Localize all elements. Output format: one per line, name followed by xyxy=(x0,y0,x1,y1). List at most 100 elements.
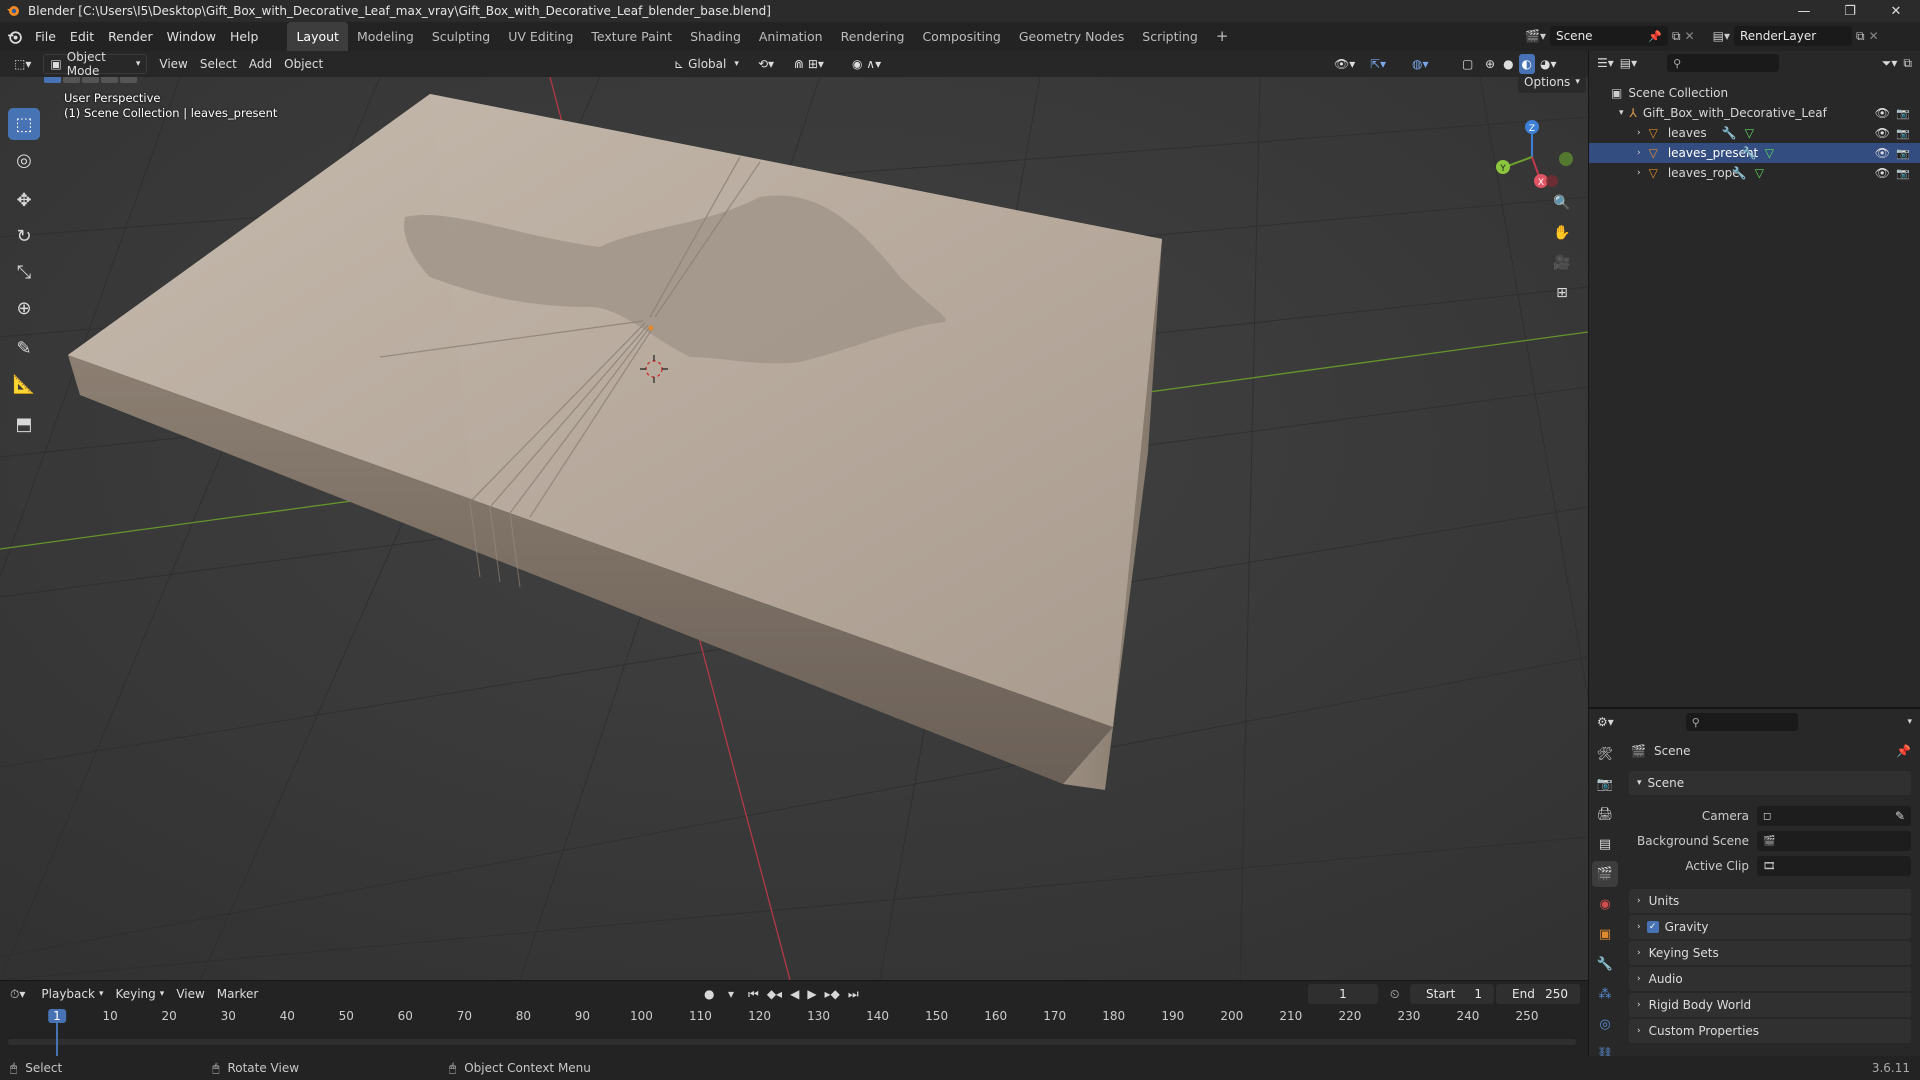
xray-toggle-icon[interactable]: ▢ xyxy=(1456,54,1479,74)
overlays-toggle-icon[interactable]: ◍▾ xyxy=(1406,54,1435,74)
transform-orientation-dropdown[interactable]: ⊾ Global ▾ xyxy=(668,54,745,74)
scene-field[interactable]: Scene 📌 xyxy=(1549,26,1668,46)
chevron-right-icon[interactable]: › xyxy=(1637,148,1641,158)
measure-tool-icon[interactable]: 📐 xyxy=(8,368,40,400)
chevron-down-icon[interactable]: ▾ xyxy=(1907,717,1912,727)
tool-tab-icon[interactable]: 🛠 xyxy=(1592,741,1618,767)
tab-scripting[interactable]: Scripting xyxy=(1133,22,1207,51)
background-scene-field[interactable]: 🎬 xyxy=(1757,831,1911,851)
modifier-wrench-icon[interactable]: 🔧 xyxy=(1742,146,1757,160)
view-layer-tab-icon[interactable]: ▤ xyxy=(1592,831,1618,857)
transform-tool-icon[interactable]: ⊕ xyxy=(8,292,40,324)
play-icon[interactable]: ▶ xyxy=(807,987,816,1002)
maximize-button[interactable]: ❐ xyxy=(1830,0,1870,22)
play-reverse-icon[interactable]: ◀ xyxy=(790,987,799,1002)
menu-playback[interactable]: Playback ▾ xyxy=(35,984,109,1004)
visibility-eye-icon[interactable]: 👁 xyxy=(1875,126,1890,140)
outliner-search-input[interactable]: ⚲ xyxy=(1667,54,1780,72)
tab-compositing[interactable]: Compositing xyxy=(913,22,1009,51)
panel-scene[interactable]: ▾ Scene xyxy=(1629,771,1911,795)
menu-help[interactable]: Help xyxy=(223,22,266,51)
start-frame-field[interactable]: Start 1 xyxy=(1410,984,1494,1004)
close-button[interactable]: ✕ xyxy=(1876,0,1916,22)
select-subtract-icon[interactable] xyxy=(82,77,99,83)
select-intersect-icon[interactable] xyxy=(120,77,137,83)
viewlayer-field[interactable]: RenderLayer xyxy=(1733,26,1852,46)
render-camera-icon[interactable]: 📷 xyxy=(1896,167,1910,180)
rendered-shading-icon[interactable]: ◕▾ xyxy=(1537,54,1560,74)
panel-rigid-body-world[interactable]: › Rigid Body World xyxy=(1629,993,1911,1017)
mesh-data-icon[interactable]: ▽ xyxy=(1765,146,1774,160)
material-shading-icon[interactable]: ◐ xyxy=(1518,54,1536,74)
modifier-wrench-icon[interactable]: 🔧 xyxy=(1732,166,1747,180)
menu-window[interactable]: Window xyxy=(160,22,223,51)
panel-audio[interactable]: › Audio xyxy=(1629,967,1911,991)
eyedropper-icon[interactable]: ✎ xyxy=(1895,809,1905,823)
outliner-scene-collection[interactable]: ▣ Scene Collection xyxy=(1589,83,1920,103)
outliner-object-row[interactable]: › ▽ leaves 🔧 ▽ 👁 📷 xyxy=(1589,123,1920,143)
outliner-object-row-selected[interactable]: › ▽ leaves_present 🔧 ▽ 👁 📷 xyxy=(1589,143,1920,163)
scale-tool-icon[interactable]: ⤡ xyxy=(8,256,40,288)
chevron-right-icon[interactable]: › xyxy=(1637,168,1641,178)
pin-icon[interactable]: 📌 xyxy=(1896,744,1911,758)
tab-modeling[interactable]: Modeling xyxy=(348,22,423,51)
editor-type-icon[interactable]: ⬚▾ xyxy=(8,54,37,74)
modifier-tab-icon[interactable]: 🔧 xyxy=(1592,951,1618,977)
pivot-point-icon[interactable]: ⟲▾ xyxy=(752,54,780,74)
mesh-data-icon[interactable]: ▽ xyxy=(1745,126,1754,140)
auto-key-icon[interactable]: ▾ xyxy=(728,987,734,1001)
select-new-icon[interactable] xyxy=(44,77,61,83)
particles-tab-icon[interactable]: ⁂ xyxy=(1592,981,1618,1007)
visibility-eye-icon[interactable]: 👁 xyxy=(1875,146,1890,160)
options-dropdown[interactable]: Options ▾ xyxy=(1518,77,1586,93)
menu-keying[interactable]: Keying ▾ xyxy=(109,984,170,1004)
mode-dropdown[interactable]: ▣ Object Mode ▾ xyxy=(43,50,148,78)
proportional-edit-icon[interactable]: ◉ ∧▾ xyxy=(846,54,887,74)
new-scene-icon[interactable]: ⧉ xyxy=(1672,29,1681,44)
navigation-gizmo[interactable]: Z Y X xyxy=(1490,117,1580,197)
render-tab-icon[interactable]: 📷 xyxy=(1592,771,1618,797)
scene-tab-icon[interactable]: 🎬 xyxy=(1592,861,1618,887)
active-clip-field[interactable]: 🎞 xyxy=(1757,856,1911,876)
move-tool-icon[interactable]: ✥ xyxy=(8,184,40,216)
output-tab-icon[interactable]: 🖨 xyxy=(1592,801,1618,827)
end-frame-field[interactable]: End 250 xyxy=(1496,984,1580,1004)
tab-rendering[interactable]: Rendering xyxy=(832,22,914,51)
outliner-editor-icon[interactable]: ☰▾ xyxy=(1597,56,1614,70)
timeline-scrollbar[interactable] xyxy=(8,1039,1576,1045)
modifier-wrench-icon[interactable]: 🔧 xyxy=(1722,126,1737,140)
rotate-tool-icon[interactable]: ↻ xyxy=(8,220,40,252)
solid-shading-icon[interactable]: ● xyxy=(1500,54,1516,74)
annotate-tool-icon[interactable]: ✎ xyxy=(8,332,40,364)
delete-viewlayer-icon[interactable]: ✕ xyxy=(1869,29,1879,43)
add-cube-tool-icon[interactable]: ⬒ xyxy=(8,408,40,440)
mesh-data-icon[interactable]: ▽ xyxy=(1755,166,1764,180)
tab-animation[interactable]: Animation xyxy=(750,22,832,51)
display-mode-icon[interactable]: ▤▾ xyxy=(1620,56,1637,70)
panel-gravity[interactable]: › ✓ Gravity xyxy=(1629,915,1911,939)
delete-scene-icon[interactable]: ✕ xyxy=(1685,29,1695,43)
gravity-checkbox[interactable]: ✓ xyxy=(1646,921,1659,933)
render-camera-icon[interactable]: 📷 xyxy=(1896,127,1910,140)
physics-tab-icon[interactable]: ◎ xyxy=(1592,1011,1618,1037)
camera-view-icon[interactable]: 🎥 xyxy=(1548,249,1576,277)
menu-object[interactable]: Object xyxy=(278,54,329,74)
panel-units[interactable]: › Units xyxy=(1629,889,1911,913)
camera-field[interactable]: ◻ ✎ xyxy=(1757,806,1911,826)
ortho-grid-icon[interactable]: ⊞ xyxy=(1548,279,1576,307)
jump-start-icon[interactable]: ⏮ xyxy=(748,987,759,1002)
panel-custom-properties[interactable]: › Custom Properties xyxy=(1629,1019,1911,1043)
zoom-icon[interactable]: 🔍 xyxy=(1548,189,1576,217)
tab-layout[interactable]: Layout xyxy=(287,22,348,51)
new-collection-icon[interactable]: ⧉ xyxy=(1903,56,1912,71)
menu-view[interactable]: View xyxy=(153,54,193,74)
visibility-icon[interactable]: 👁▾ xyxy=(1328,54,1361,74)
world-tab-icon[interactable]: ◉ xyxy=(1592,891,1618,917)
render-camera-icon[interactable]: 📷 xyxy=(1896,107,1910,120)
visibility-eye-icon[interactable]: 👁 xyxy=(1875,106,1890,120)
minimize-button[interactable]: — xyxy=(1784,0,1824,22)
chevron-right-icon[interactable]: › xyxy=(1637,128,1641,138)
scene-selector-icon[interactable]: 🎬▾ xyxy=(1525,29,1546,43)
3d-viewport[interactable]: User Perspective (1) Scene Collection | … xyxy=(0,77,1588,980)
select-invert-icon[interactable] xyxy=(101,77,118,83)
